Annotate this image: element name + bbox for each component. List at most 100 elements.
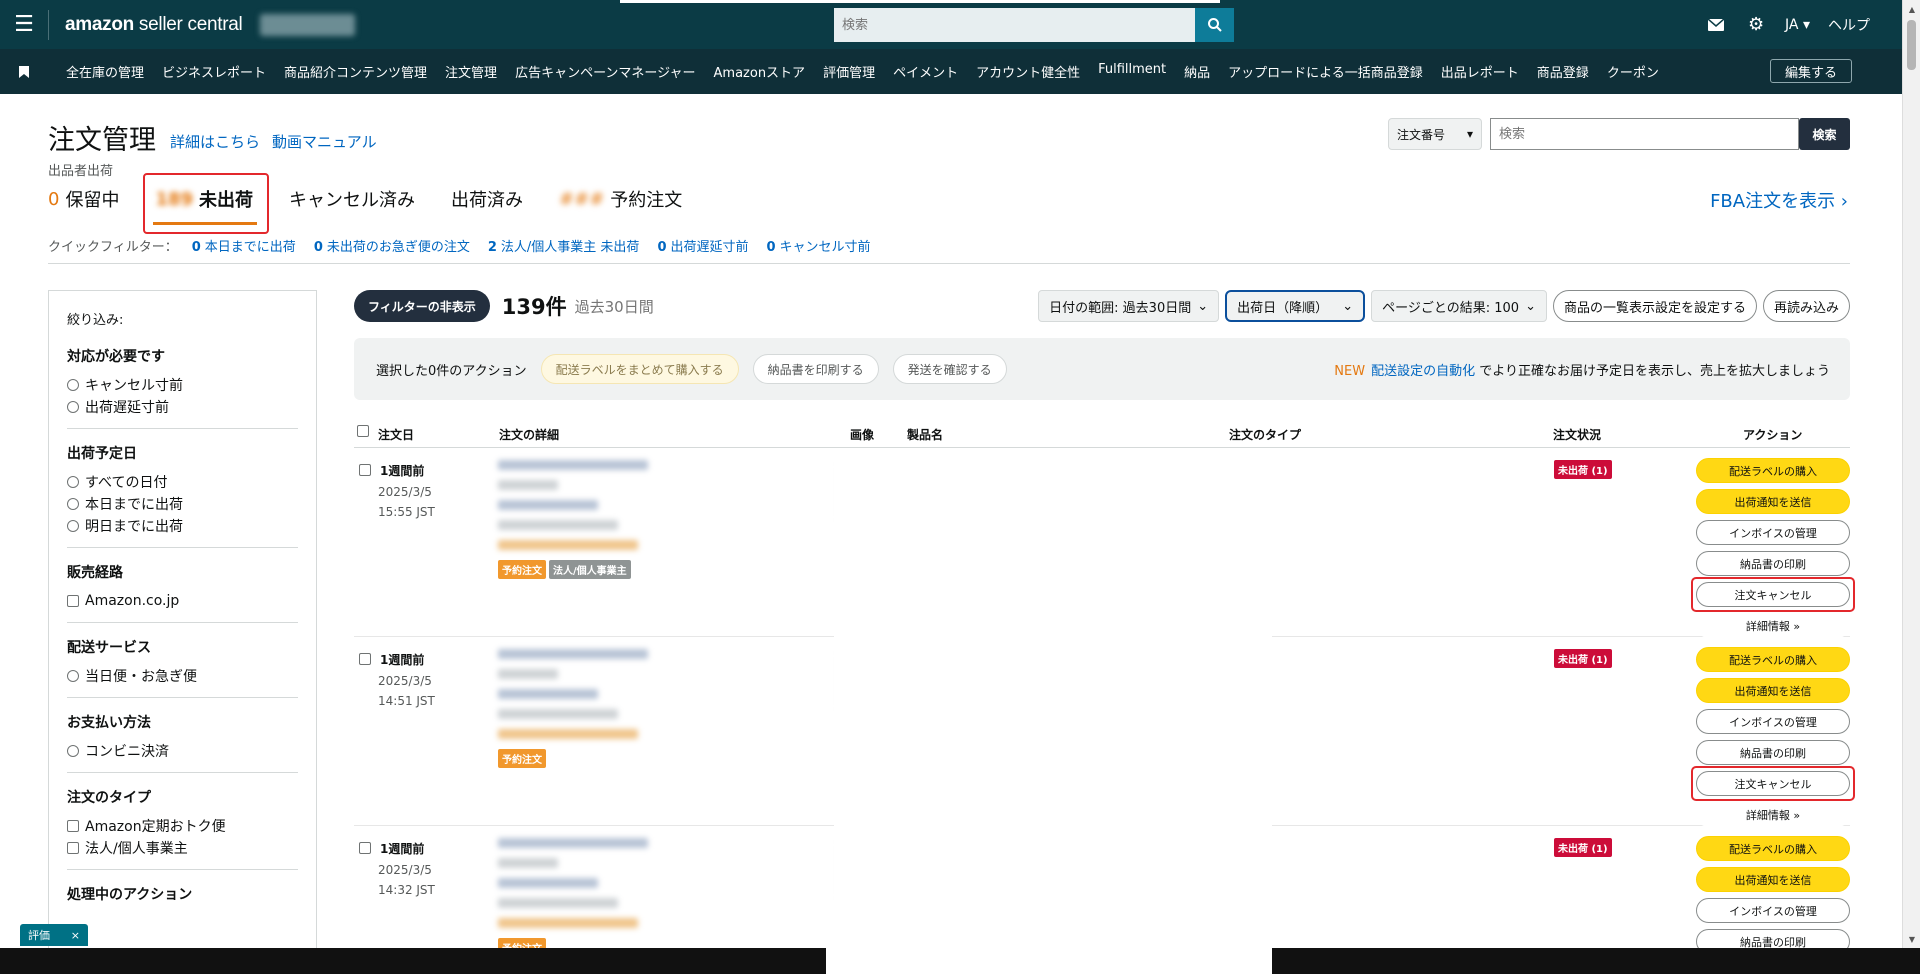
close-icon[interactable]: × — [71, 929, 80, 942]
print-slip-button[interactable]: 納品書の印刷 — [1696, 740, 1850, 765]
nav-item[interactable]: クーポン — [1607, 62, 1659, 81]
invoice-button[interactable]: インボイスの管理 — [1696, 898, 1850, 923]
nav-item[interactable]: アカウント健全性 — [976, 62, 1080, 81]
details-link[interactable]: 詳細はこちら — [170, 131, 260, 152]
detail-button[interactable]: 詳細情報 » — [1696, 802, 1850, 827]
buy-label-button[interactable]: 配送ラベルの購入 — [1696, 647, 1850, 672]
bulk-print-slip-button[interactable]: 納品書を印刷する — [752, 354, 879, 384]
quick-filter-item[interactable]: 2 法人/個人事業主 未出荷 — [488, 236, 640, 263]
nav-item[interactable]: 納品 — [1184, 62, 1210, 81]
filter-checkbox[interactable] — [67, 842, 79, 854]
row-checkbox[interactable] — [359, 464, 371, 476]
invoice-button[interactable]: インボイスの管理 — [1696, 520, 1850, 545]
detail-button[interactable]: 詳細情報 » — [1696, 613, 1850, 638]
nav-item[interactable]: 広告キャンペーンマネージャー — [515, 62, 695, 81]
filter-checkbox[interactable] — [67, 595, 79, 607]
filter-radio[interactable] — [67, 401, 79, 413]
send-notice-button[interactable]: 出荷通知を送信 — [1696, 867, 1850, 892]
edit-nav-button[interactable]: 編集する — [1769, 59, 1852, 83]
hamburger-menu-icon[interactable]: ☰ — [0, 0, 48, 49]
send-notice-button[interactable]: 出荷通知を送信 — [1696, 489, 1850, 514]
filter-option[interactable]: すべての日付 — [67, 471, 298, 493]
date-range-select[interactable]: 日付の範囲: 過去30日間 ⌄ — [1038, 290, 1220, 322]
tab-4[interactable]: ### 予約注文 — [559, 186, 682, 212]
filter-option[interactable]: Amazon.co.jp — [67, 590, 298, 612]
order-search-type-select[interactable]: 注文番号 ▾ — [1388, 118, 1482, 150]
order-details-redacted[interactable]: 予約注文 法人/個人事業主 — [498, 460, 654, 579]
nav-item[interactable]: アップロードによる一括商品登録 — [1228, 62, 1423, 81]
tab-2[interactable]: キャンセル済み — [289, 186, 415, 212]
bulk-confirm-ship-button[interactable]: 発送を確認する — [892, 354, 1007, 384]
video-manual-link[interactable]: 動画マニュアル — [272, 131, 377, 152]
nav-item[interactable]: 商品登録 — [1537, 62, 1589, 81]
nav-item[interactable]: ペイメント — [893, 62, 958, 81]
bulk-buy-labels-button[interactable]: 配送ラベルをまとめて購入する — [540, 354, 739, 384]
amazon-seller-central-logo[interactable]: amazon seller central — [65, 14, 243, 36]
select-all-checkbox[interactable] — [357, 425, 369, 437]
filter-option[interactable]: 本日までに出荷 — [67, 493, 298, 515]
reload-button[interactable]: 再読み込み — [1762, 290, 1850, 322]
send-notice-button[interactable]: 出荷通知を送信 — [1696, 678, 1850, 703]
nav-item[interactable]: 出品レポート — [1441, 62, 1519, 81]
filter-radio[interactable] — [67, 379, 79, 391]
quick-filter-item[interactable]: 0 本日までに出荷 — [192, 236, 296, 263]
bookmark-icon[interactable] — [0, 65, 48, 78]
nav-item[interactable]: Amazonストア — [714, 62, 806, 81]
invoice-button[interactable]: インボイスの管理 — [1696, 709, 1850, 734]
quick-filter-item[interactable]: 0 出荷遅延寸前 — [657, 236, 748, 263]
scroll-up-icon[interactable]: ▲ — [1903, 0, 1920, 18]
filter-checkbox[interactable] — [67, 820, 79, 832]
scrollbar-thumb[interactable] — [1907, 20, 1916, 70]
order-details-redacted[interactable]: 予約注文 — [498, 838, 654, 957]
nav-item[interactable]: 注文管理 — [445, 62, 497, 81]
quick-filter-item[interactable]: 0 未出荷のお急ぎ便の注文 — [314, 236, 470, 263]
hide-filter-button[interactable]: フィルターの非表示 — [354, 290, 490, 322]
buy-label-button[interactable]: 配送ラベルの購入 — [1696, 458, 1850, 483]
filter-radio[interactable] — [67, 498, 79, 510]
filter-option[interactable]: 当日便・お急ぎ便 — [67, 665, 298, 687]
tab-3[interactable]: 出荷済み — [451, 186, 523, 212]
filter-radio[interactable] — [67, 670, 79, 682]
print-slip-button[interactable]: 納品書の印刷 — [1696, 551, 1850, 576]
nav-item[interactable]: 評価管理 — [823, 62, 875, 81]
buy-label-button[interactable]: 配送ラベルの購入 — [1696, 836, 1850, 861]
filter-radio[interactable] — [67, 520, 79, 532]
filter-option[interactable]: キャンセル寸前 — [67, 374, 298, 396]
filter-option[interactable]: 明日までに出荷 — [67, 515, 298, 537]
language-selector[interactable]: JA ▾ — [1785, 17, 1810, 33]
nav-item[interactable]: Fulfillment — [1098, 62, 1166, 81]
nav-item[interactable]: 商品紹介コンテンツ管理 — [284, 62, 427, 81]
nav-item[interactable]: 全在庫の管理 — [66, 62, 144, 81]
display-settings-button[interactable]: 商品の一覧表示設定を設定する — [1552, 290, 1757, 322]
tab-0[interactable]: 0 保留中 — [48, 186, 119, 212]
row-checkbox[interactable] — [359, 842, 371, 854]
mail-icon[interactable] — [1705, 14, 1727, 36]
filter-radio[interactable] — [67, 745, 79, 757]
cancel-button[interactable]: 注文キャンセル — [1691, 766, 1855, 801]
search-button[interactable] — [1195, 8, 1234, 42]
fba-orders-link[interactable]: FBA注文を表示 › — [1710, 187, 1848, 213]
row-checkbox[interactable] — [359, 653, 371, 665]
help-link[interactable]: ヘルプ — [1828, 15, 1870, 35]
feedback-tab[interactable]: 評価 × — [20, 924, 88, 946]
cancel-button[interactable]: 注文キャンセル — [1691, 577, 1855, 612]
global-search-input[interactable] — [834, 8, 1195, 42]
filter-option[interactable]: 出荷遅延寸前 — [67, 396, 298, 418]
page-scrollbar[interactable]: ▲ ▼ — [1902, 0, 1920, 948]
order-details-redacted[interactable]: 予約注文 — [498, 649, 654, 768]
filter-option[interactable]: コンビニ決済 — [67, 740, 298, 762]
scroll-down-icon[interactable]: ▼ — [1903, 930, 1920, 948]
order-search-button[interactable]: 検索 — [1799, 118, 1850, 150]
quick-filter-item[interactable]: 0 キャンセル寸前 — [767, 236, 871, 263]
order-search-input[interactable] — [1490, 118, 1799, 150]
sort-select[interactable]: 出荷日（降順） ⌄ — [1225, 290, 1366, 322]
per-page-select[interactable]: ページごとの結果: 100 ⌄ — [1371, 290, 1547, 322]
nav-item[interactable]: ビジネスレポート — [162, 62, 266, 81]
filter-option[interactable]: 法人/個人事業主 — [67, 837, 298, 859]
gear-icon[interactable]: ⚙ — [1745, 14, 1767, 36]
shipping-automation-link[interactable]: 配送設定の自動化 — [1371, 364, 1475, 379]
store-name-blurred[interactable] — [260, 13, 356, 36]
header-order-date[interactable]: 注文日 — [378, 426, 414, 443]
filter-option[interactable]: Amazon定期おトク便 — [67, 815, 298, 837]
filter-radio[interactable] — [67, 476, 79, 488]
